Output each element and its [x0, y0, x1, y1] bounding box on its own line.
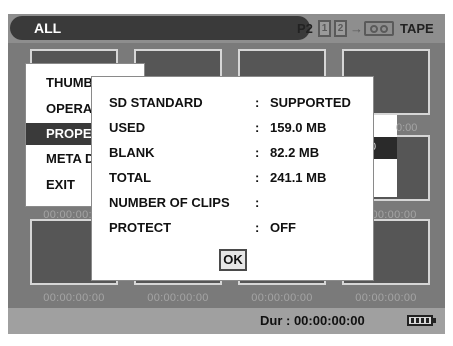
- property-colon: :: [255, 145, 260, 160]
- property-colon: :: [255, 195, 260, 210]
- property-label: TOTAL: [109, 170, 152, 185]
- property-label: USED: [109, 120, 146, 135]
- submenu-panel: [373, 115, 397, 197]
- viewfinder-screen: ALL P2 1 2 → TAPE 00:00:00:00 00:00:00:0…: [0, 0, 453, 346]
- battery-icon: [407, 315, 436, 326]
- cassette-tape-icon: [364, 21, 394, 36]
- card-slot-1-icon: 1: [318, 20, 331, 37]
- p2-card-label: P2: [297, 21, 313, 36]
- clip-timecode: 00:00:00:00: [251, 292, 313, 304]
- ok-button[interactable]: OK: [219, 249, 247, 271]
- property-label: BLANK: [109, 145, 155, 160]
- property-colon: :: [255, 95, 260, 110]
- duration-readout: Dur : 00:00:00:00: [260, 313, 365, 328]
- card-slot-2-icon: 2: [334, 20, 347, 37]
- mode-indicator: ALL: [10, 16, 310, 40]
- property-value: SUPPORTED: [270, 95, 351, 110]
- top-status-bar: ALL P2 1 2 → TAPE: [8, 14, 445, 43]
- bottom-status-bar: Dur : 00:00:00:00: [8, 308, 445, 334]
- arrow-right-icon: →: [350, 21, 363, 36]
- clip-timecode: 00:00:00:00: [355, 292, 417, 304]
- property-label: PROTECT: [109, 220, 172, 235]
- clip-timecode: 00:00:00:00: [43, 292, 105, 304]
- properties-dialog: SD STANDARD : SUPPORTED USED : 159.0 MB …: [91, 76, 374, 281]
- clip-timecode: 0:00: [396, 122, 418, 134]
- property-value: OFF: [270, 220, 296, 235]
- property-value: 241.1 MB: [270, 170, 327, 185]
- property-value: 159.0 MB: [270, 120, 327, 135]
- clip-timecode: 00:00:00:00: [147, 292, 209, 304]
- property-label: NUMBER OF CLIPS: [109, 195, 230, 210]
- property-value: 82.2 MB: [270, 145, 320, 160]
- tape-label: TAPE: [400, 21, 434, 36]
- property-colon: :: [255, 120, 260, 135]
- mode-label: ALL: [34, 20, 62, 36]
- property-label: SD STANDARD: [109, 95, 203, 110]
- property-colon: :: [255, 220, 260, 235]
- submenu-item-selected[interactable]: [373, 137, 397, 159]
- property-colon: :: [255, 170, 260, 185]
